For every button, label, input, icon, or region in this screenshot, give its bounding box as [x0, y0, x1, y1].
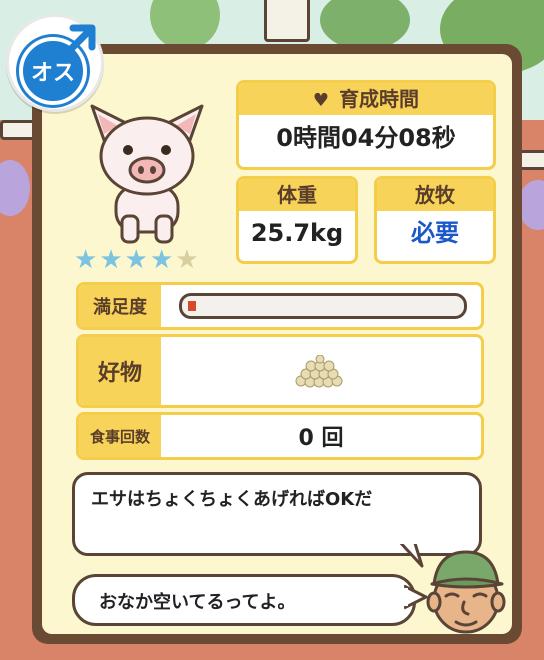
gender-badge: オス [6, 14, 104, 112]
speech-bubble-tail [396, 540, 424, 568]
rating-stars: ★ ★ ★ ★ ★ [74, 246, 199, 274]
star-filled-icon: ★ [99, 245, 123, 275]
grazing-box: 放牧 必要 [374, 176, 496, 264]
grain-pile-icon [295, 355, 343, 388]
star-filled-icon: ★ [149, 245, 174, 275]
fence-post [264, 0, 310, 42]
weight-value: 25.7kg [250, 219, 344, 247]
grazing-label: 放牧 [377, 179, 493, 211]
meal-count-label: 食事回数 [79, 415, 161, 457]
satisfaction-label: 満足度 [79, 285, 161, 327]
hint-message: エサはちょくちょくあげればOKだ [91, 489, 373, 510]
favorite-label: 好物 [79, 337, 161, 405]
star-filled-icon: ★ [74, 245, 98, 275]
status-speech-bubble: おなか空いてるってよ。 [72, 574, 416, 626]
satisfaction-gauge-fill [188, 301, 196, 311]
meal-count-value: 0 回 [298, 426, 344, 451]
raising-time-box: ♥ 育成時間 0時間04分08秒 [236, 80, 496, 170]
status-message: おなか空いてるってよ。 [99, 592, 296, 613]
star-empty-icon: ★ [175, 245, 199, 275]
star-filled-icon: ★ [124, 245, 148, 275]
raising-time-header: ♥ 育成時間 [239, 83, 493, 115]
satisfaction-row: 満足度 [76, 282, 484, 330]
satisfaction-gauge [179, 293, 467, 319]
grazing-value: 必要 [411, 219, 459, 247]
favorite-food-row: 好物 [76, 334, 484, 408]
raising-time-value: 0時間04分08秒 [276, 124, 456, 152]
weight-box: 体重 25.7kg [236, 176, 358, 264]
weight-label: 体重 [239, 179, 355, 211]
farmer-face-icon [426, 550, 506, 634]
pig-icon [90, 104, 204, 244]
male-symbol-icon [61, 24, 96, 59]
heart-icon: ♥ [312, 90, 330, 111]
raising-time-label: 育成時間 [339, 87, 420, 111]
meal-count-row: 食事回数 0 回 [76, 412, 484, 460]
